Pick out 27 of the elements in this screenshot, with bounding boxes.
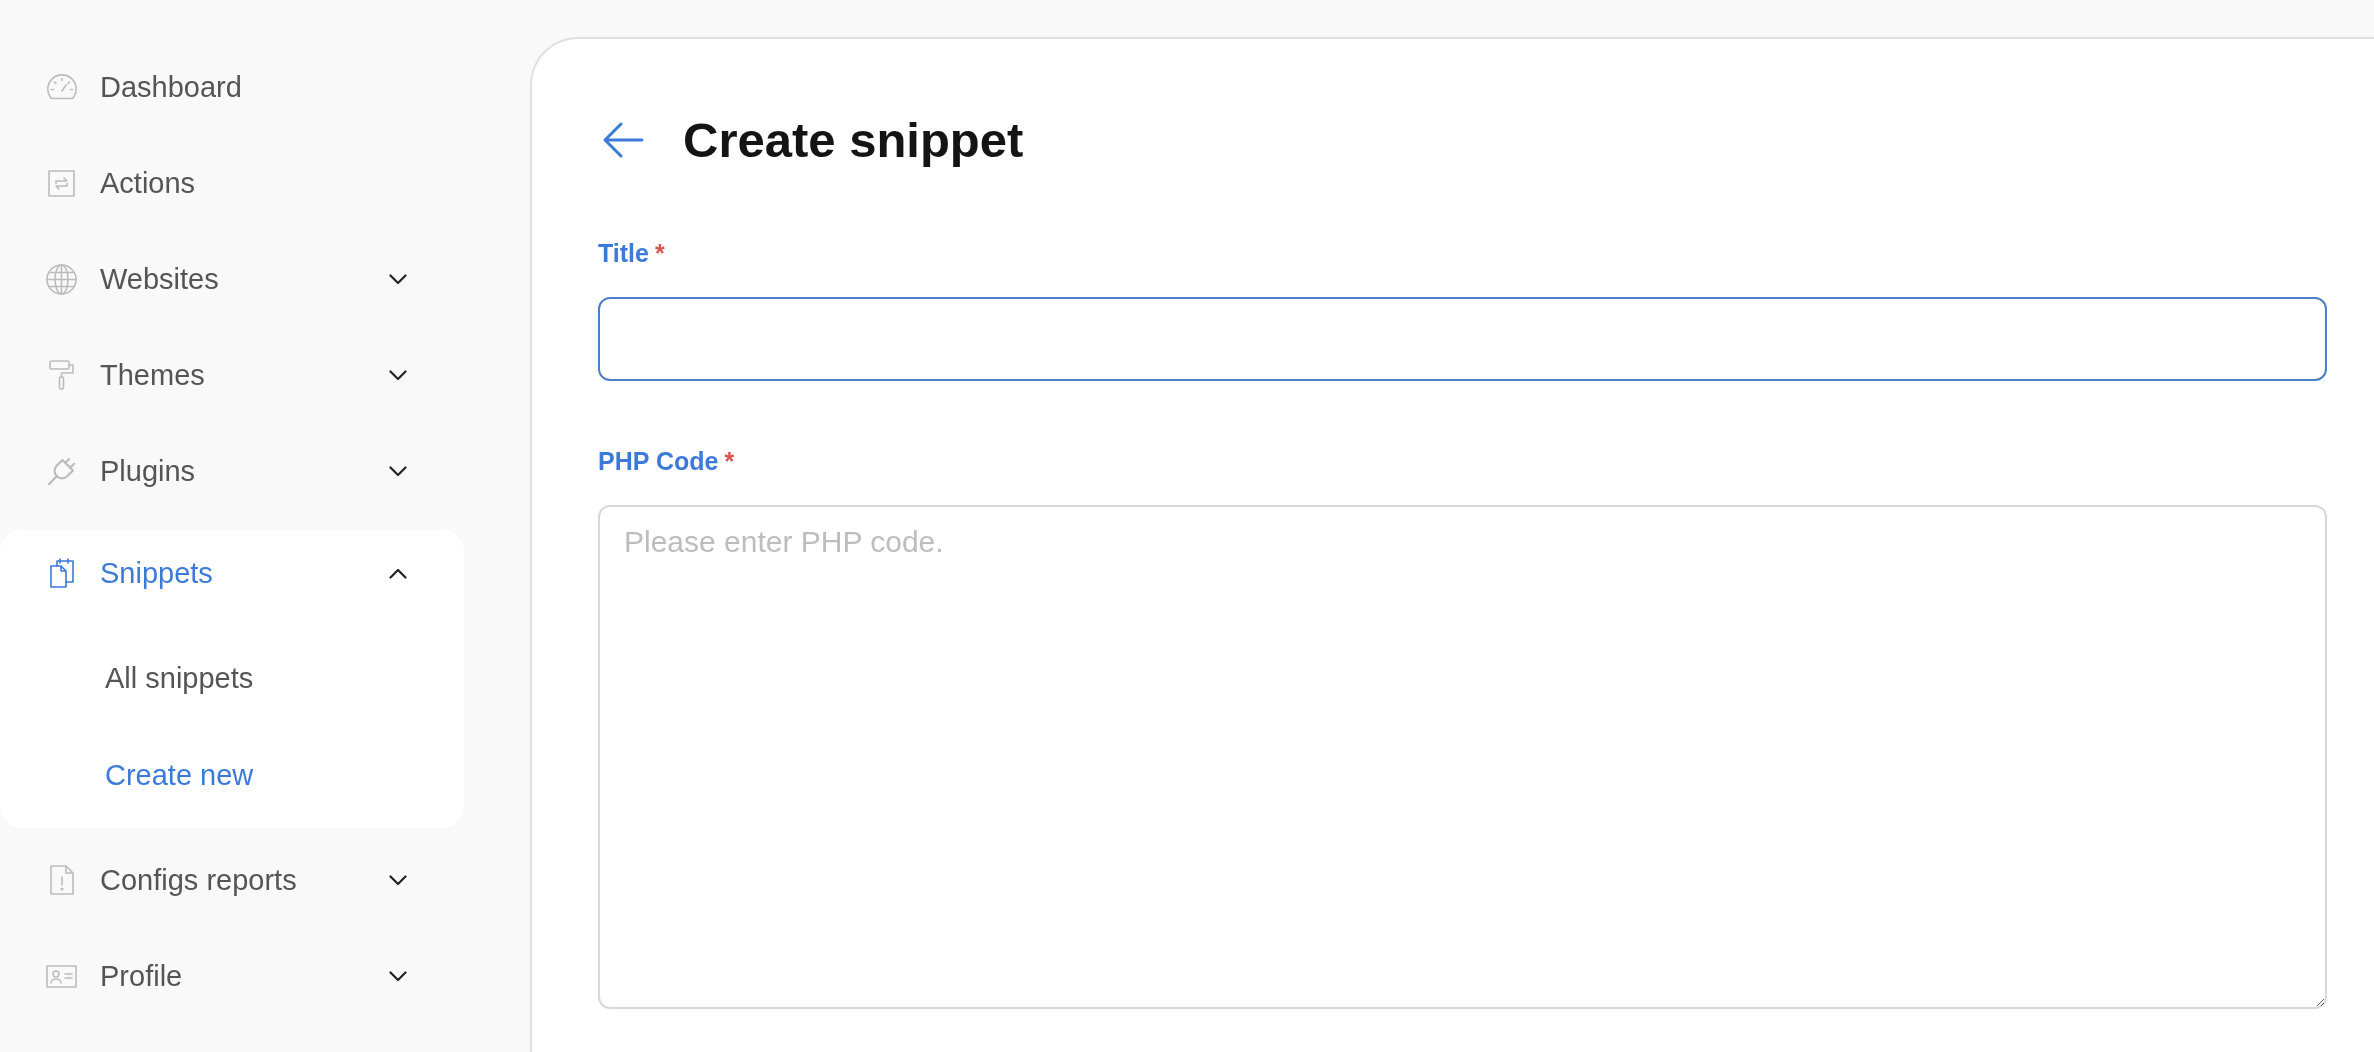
sidebar-item[interactable]: Profile xyxy=(0,928,464,1024)
required-asterisk: * xyxy=(654,238,665,268)
sidebar-item[interactable]: Dashboard xyxy=(0,39,464,135)
globe-icon xyxy=(46,263,77,295)
page-title: Create snippet xyxy=(683,112,1024,169)
documents-icon xyxy=(49,558,74,588)
paint-roller-icon xyxy=(49,360,74,390)
submenu-item[interactable]: Create new xyxy=(0,727,464,824)
sidebar-item[interactable]: Configs reports xyxy=(0,832,464,928)
file-warning-icon xyxy=(49,865,74,895)
sidebar-item[interactable]: Snippets xyxy=(0,530,464,616)
code-textarea[interactable]: Please enter PHP code. xyxy=(598,505,2327,1009)
arrow-left-icon xyxy=(602,121,644,159)
sidebar-item[interactable]: Actions xyxy=(0,135,464,231)
sidebar-item[interactable]: Websites xyxy=(0,231,464,327)
field-label: Title xyxy=(598,238,649,268)
sidebar-item[interactable]: Plugins xyxy=(0,423,464,519)
text-input[interactable] xyxy=(598,297,2327,381)
required-asterisk: * xyxy=(724,446,735,476)
gauge-icon xyxy=(46,74,77,100)
back-button[interactable] xyxy=(602,121,644,159)
id-card-icon xyxy=(46,964,77,988)
sidebar-item[interactable]: Themes xyxy=(0,327,464,423)
submenu-item[interactable]: All snippets xyxy=(0,630,464,727)
repeat-icon xyxy=(48,169,75,197)
field-label: PHP Code xyxy=(598,446,719,476)
plug-icon xyxy=(48,457,75,485)
